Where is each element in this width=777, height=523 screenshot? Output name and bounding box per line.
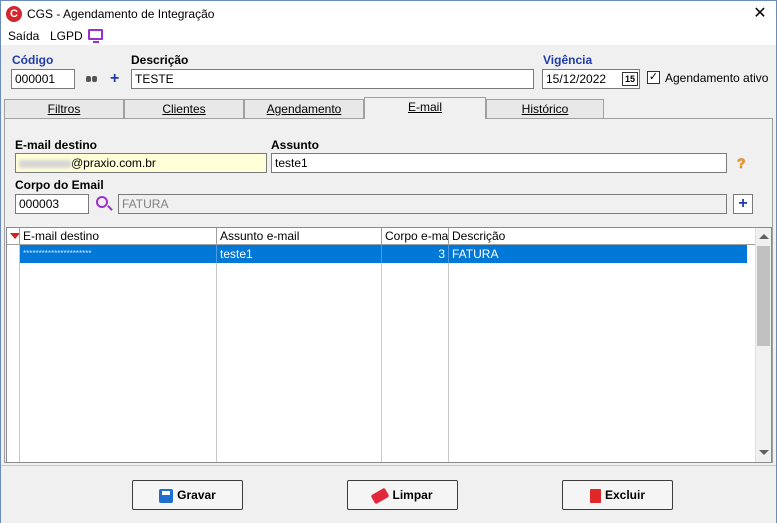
scroll-thumb[interactable] [757, 246, 770, 346]
tab-email[interactable]: E-mail [364, 97, 486, 119]
menu-bar: Saída LGPD [1, 27, 776, 45]
window-title: CGS - Agendamento de Integração [27, 7, 215, 21]
tab-filtros-label: Filtros [47, 102, 81, 116]
add-email-button[interactable]: + [733, 194, 753, 214]
corpo-email-code-field[interactable]: 000003 [15, 194, 89, 214]
main-window: C CGS - Agendamento de Integração ✕ Saíd… [0, 0, 777, 523]
col-header-email[interactable]: E-mail destino [20, 228, 217, 245]
scroll-down-icon[interactable] [759, 450, 769, 455]
col-header-descricao[interactable]: Descrição [449, 228, 748, 245]
tab-agendamento-label: Agendamento [266, 102, 342, 116]
cell-email: ********************** [20, 245, 217, 263]
email-destino-domain: @praxio.com.br [71, 156, 156, 170]
sort-down-icon [10, 233, 19, 239]
menu-item-saida[interactable]: Saída [8, 29, 39, 43]
tab-clientes-label: Clientes [162, 102, 206, 116]
descricao-label: Descrição [131, 53, 189, 67]
agendamento-ativo-label: Agendamento ativo [665, 71, 769, 85]
eraser-icon [371, 487, 390, 505]
scroll-up-icon[interactable] [759, 234, 769, 239]
grid-header: E-mail destino Assunto e-mail Corpo e-ma… [7, 228, 755, 245]
tab-clientes[interactable]: Clientes [124, 99, 244, 119]
tab-filtros[interactable]: Filtros [4, 99, 124, 119]
search-icon[interactable] [96, 196, 108, 208]
tab-agendamento[interactable]: Agendamento [244, 99, 364, 119]
tab-email-label: E-mail [407, 100, 442, 114]
grid-col-divider [448, 245, 449, 462]
gravar-button[interactable]: Gravar [132, 480, 243, 510]
monitor-icon[interactable] [88, 29, 103, 43]
vertical-scrollbar[interactable] [755, 228, 771, 462]
cell-corpo: 3 [382, 245, 449, 263]
grid-col-divider [19, 245, 20, 462]
add-button[interactable]: + [110, 71, 119, 87]
menu-item-lgpd[interactable]: LGPD [50, 29, 83, 43]
descricao-field[interactable]: TESTE [131, 69, 534, 89]
floppy-icon [159, 488, 174, 503]
close-button[interactable]: ✕ [749, 4, 771, 24]
agendamento-ativo-checkbox[interactable]: ✓ [647, 71, 660, 84]
redacted-email-user [19, 159, 71, 168]
excluir-button[interactable]: Excluir [562, 480, 673, 510]
corpo-email-label: Corpo do Email [15, 178, 104, 192]
app-logo-icon: C [6, 6, 22, 22]
title-bar: C CGS - Agendamento de Integração ✕ [1, 1, 776, 27]
assunto-label: Assunto [271, 138, 319, 152]
cell-descricao: FATURA [452, 247, 499, 261]
cell-assunto: teste1 [217, 245, 382, 263]
vigencia-label: Vigência [543, 53, 593, 67]
tab-strip: Filtros Clientes Agendamento E-mail Hist… [4, 97, 773, 119]
tab-historico[interactable]: Histórico [486, 99, 604, 119]
limpar-label: Limpar [392, 488, 433, 502]
calendar-icon[interactable]: 15 [622, 72, 638, 86]
tab-historico-label: Histórico [521, 102, 569, 116]
codigo-label: Código [12, 53, 54, 67]
email-destino-field[interactable]: @praxio.com.br [15, 153, 267, 173]
table-row[interactable]: ********************** teste1 3 FATURA [20, 245, 747, 263]
gravar-label: Gravar [177, 488, 216, 502]
assunto-field[interactable]: teste1 [271, 153, 727, 173]
email-grid: E-mail destino Assunto e-mail Corpo e-ma… [6, 227, 772, 463]
grid-col-divider [381, 245, 382, 462]
col-header-corpo[interactable]: Corpo e-mail [382, 228, 449, 245]
binoculars-icon[interactable] [85, 73, 99, 83]
help-icon[interactable]: ? [737, 155, 746, 171]
limpar-button[interactable]: Limpar [347, 480, 458, 510]
excluir-label: Excluir [604, 488, 646, 502]
sort-indicator-cell [7, 228, 20, 245]
codigo-field[interactable]: 000001 [11, 69, 75, 89]
col-header-assunto[interactable]: Assunto e-mail [217, 228, 382, 245]
trash-icon [589, 488, 601, 503]
email-destino-label: E-mail destino [15, 138, 98, 152]
corpo-email-description-field: FATURA [118, 194, 727, 214]
grid-col-divider [216, 245, 217, 462]
